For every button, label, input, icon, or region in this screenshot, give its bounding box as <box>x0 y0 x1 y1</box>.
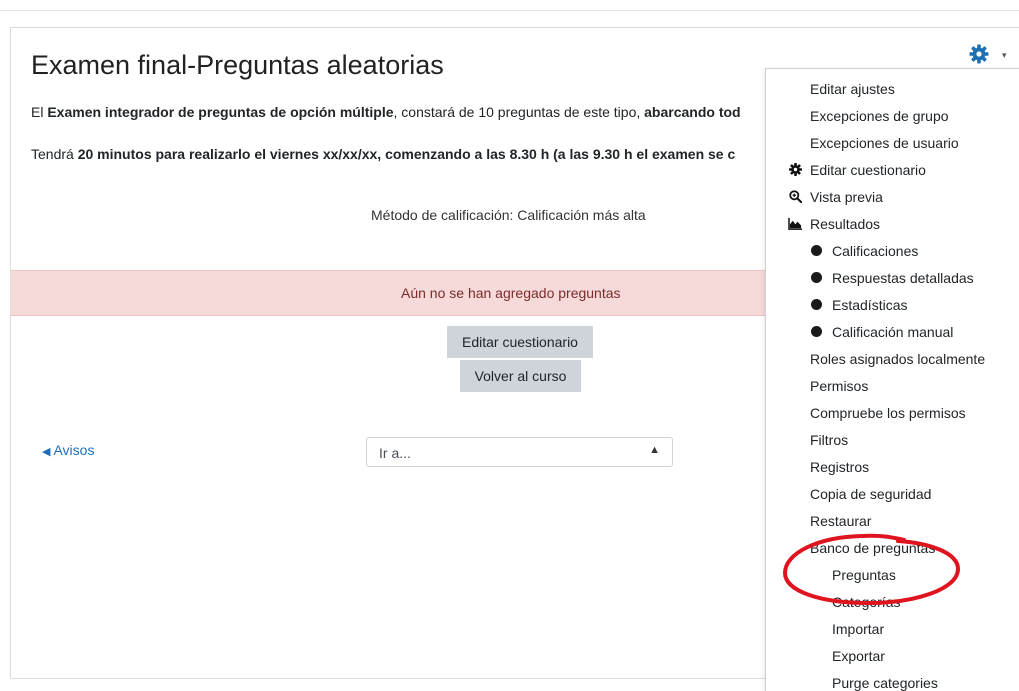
menu-item-group-overrides[interactable]: Excepciones de grupo <box>810 107 949 125</box>
quiz-intro-line-1: El Examen integrador de preguntas de opc… <box>31 104 741 120</box>
quiz-intro-line-2: Tendrá 20 minutos para realizarlo el vie… <box>31 146 736 162</box>
grading-method: Método de calificación: Calificación más… <box>371 207 646 223</box>
menu-item-edit-settings[interactable]: Editar ajustes <box>810 80 895 98</box>
top-divider <box>0 10 1019 11</box>
no-questions-alert: Aún no se han agregado preguntas <box>11 270 771 316</box>
bullet-icon <box>811 272 825 286</box>
caret-down-icon[interactable]: ▾ <box>1002 50 1008 60</box>
page-title: Examen final-Preguntas aleatorias <box>31 50 444 80</box>
bullet-icon <box>811 326 825 340</box>
area-chart-icon <box>788 217 802 231</box>
jump-to-select[interactable]: Ir a... ▲ <box>366 437 673 467</box>
back-to-course-button[interactable]: Volver al curso <box>460 360 581 392</box>
bullet-icon <box>811 245 825 259</box>
menu-item-question-bank[interactable]: Banco de preguntas <box>810 539 935 557</box>
menu-item-results[interactable]: Resultados <box>788 215 880 233</box>
triangle-left-icon: ◀ <box>42 446 51 458</box>
menu-item-manual-grading[interactable]: Calificación manual <box>811 323 953 341</box>
magnifier-icon <box>788 190 802 204</box>
menu-item-detailed-responses[interactable]: Respuestas detalladas <box>811 269 974 287</box>
menu-item-logs[interactable]: Registros <box>810 458 869 476</box>
alert-text: Aún no se han agregado preguntas <box>401 285 621 301</box>
gear-icon[interactable] <box>969 44 989 64</box>
menu-item-export[interactable]: Exportar <box>832 647 885 665</box>
prev-activity-link[interactable]: ◀ Avisos <box>42 442 94 458</box>
menu-item-questions[interactable]: Preguntas <box>832 566 896 584</box>
menu-item-grades[interactable]: Calificaciones <box>811 242 918 260</box>
settings-dropdown-menu: Editar ajustes Excepciones de grupo Exce… <box>765 68 1019 691</box>
menu-item-user-overrides[interactable]: Excepciones de usuario <box>810 134 959 152</box>
edit-quiz-button[interactable]: Editar cuestionario <box>447 326 593 358</box>
menu-item-filters[interactable]: Filtros <box>810 431 848 449</box>
menu-item-local-roles[interactable]: Roles asignados localmente <box>810 350 985 368</box>
gear-icon <box>788 163 802 177</box>
menu-item-permissions[interactable]: Permisos <box>810 377 868 395</box>
menu-item-purge-categories[interactable]: Purge categories <box>832 674 938 691</box>
jump-to-value: Ir a... <box>379 445 411 461</box>
menu-item-categories[interactable]: Categorías <box>832 593 900 611</box>
bullet-icon <box>811 299 825 313</box>
menu-item-preview[interactable]: Vista previa <box>788 188 883 206</box>
menu-item-backup[interactable]: Copia de seguridad <box>810 485 931 503</box>
menu-item-restore[interactable]: Restaurar <box>810 512 871 530</box>
menu-item-check-permissions[interactable]: Compruebe los permisos <box>810 404 966 422</box>
menu-item-edit-quiz[interactable]: Editar cuestionario <box>788 161 926 179</box>
menu-item-statistics[interactable]: Estadísticas <box>811 296 907 314</box>
menu-item-import[interactable]: Importar <box>832 620 884 638</box>
updown-arrows-icon: ▲ <box>649 444 660 456</box>
